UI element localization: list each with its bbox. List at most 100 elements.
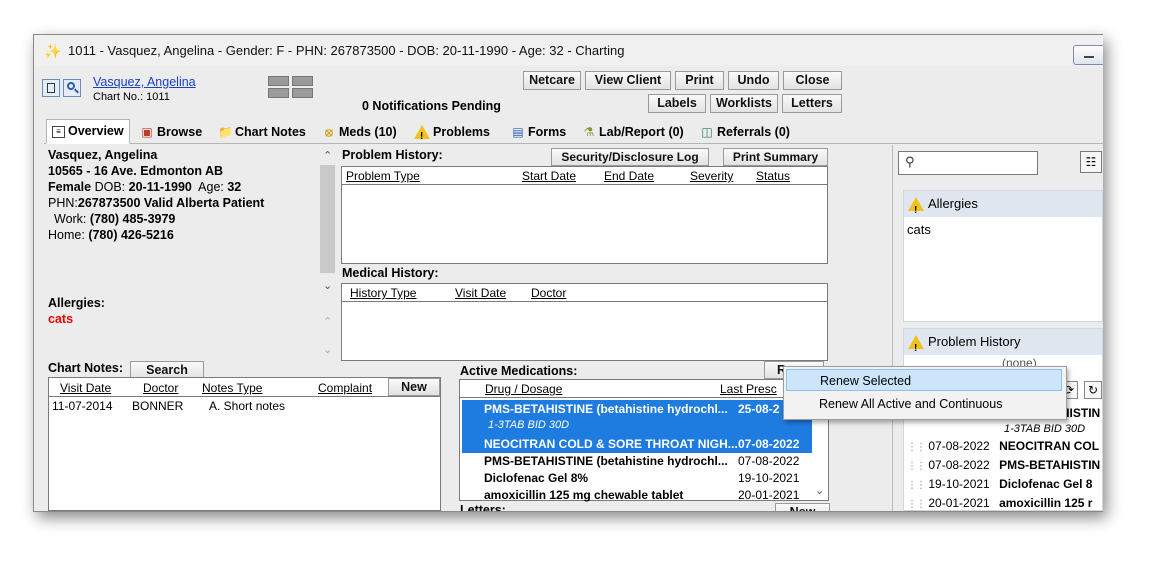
chart-notes-title: Chart Notes: (48, 361, 124, 375)
forms-icon: ▤ (512, 124, 524, 139)
search-icon[interactable] (63, 79, 81, 97)
drag-handle-icon[interactable]: ⋮⋮ (907, 442, 926, 453)
col-end-date[interactable]: End Date (604, 169, 654, 183)
calendar-icon[interactable]: ☷ (1080, 151, 1102, 173)
meds-scroll-down-arrow[interactable]: ⌄ (815, 484, 824, 497)
scroll-up-arrow[interactable]: ⌃ (323, 149, 332, 162)
chart-notes-icon: 📁 (218, 124, 233, 139)
layout-toggle-icon[interactable] (42, 79, 60, 97)
med-row-3[interactable]: PMS-BETAHISTINE (betahistine hydrochl...… (462, 453, 812, 470)
right-panel-divider (892, 145, 893, 511)
tab-meds[interactable]: ⦻ Meds (10) (316, 121, 403, 143)
list-item[interactable]: ⋮⋮ 07-08-2022 NEOCITRAN COL (907, 439, 1099, 453)
patient-name: Vasquez, Angelina (48, 148, 158, 162)
tab-problems[interactable]: Problems (408, 121, 496, 147)
chart-notes-table: Visit Date Doctor Notes Type Complaint N… (48, 377, 441, 511)
tab-forms[interactable]: ▤ Forms (505, 121, 572, 143)
menu-item-renew-all-active[interactable]: Renew All Active and Continuous (786, 393, 1062, 415)
close-button[interactable]: Close (783, 71, 842, 90)
netcare-button[interactable]: Netcare (523, 71, 581, 90)
tab-lab-report[interactable]: ⚗ Lab/Report (0) (576, 121, 690, 143)
letters-button[interactable]: Letters (782, 94, 842, 113)
col-doctor[interactable]: Doctor (143, 381, 178, 395)
medical-history-table: History Type Visit Date Doctor (341, 283, 828, 361)
med-row-selected-1[interactable]: PMS-BETAHISTINE (betahistine hydrochl...… (462, 400, 812, 436)
renew-icon[interactable]: ↻ (1084, 381, 1102, 399)
minimize-button[interactable] (1073, 45, 1103, 65)
drag-handle-icon[interactable]: ⋮⋮ (907, 499, 926, 510)
col-drug-dosage[interactable]: Drug / Dosage (485, 382, 562, 396)
col-start-date[interactable]: Start Date (522, 169, 576, 183)
print-button[interactable]: Print (675, 71, 724, 90)
worklists-button[interactable]: Worklists (710, 94, 778, 113)
problem-history-title: Problem History: (342, 148, 443, 162)
letters-new-button[interactable]: New (775, 503, 830, 511)
col-last-presc[interactable]: Last Presc (720, 382, 777, 396)
col-doctor[interactable]: Doctor (531, 286, 566, 300)
scroll-up-arrow-2[interactable]: ⌃ (323, 315, 332, 328)
col-visit-date[interactable]: Visit Date (455, 286, 506, 300)
med-row-4[interactable]: Diclofenac Gel 8% 19-10-2021 (462, 470, 812, 487)
med-row-5[interactable]: amoxicillin 125 mg chewable tablet 20-01… (462, 487, 812, 504)
lab-icon: ⚗ (583, 124, 595, 139)
chart-number: Chart No.: 1011 (93, 91, 170, 103)
labels-button[interactable]: Labels (648, 94, 706, 113)
search-icon: ⚲ (905, 154, 915, 169)
col-severity[interactable]: Severity (690, 169, 733, 183)
scroll-down-arrow-2[interactable]: ⌄ (323, 343, 332, 356)
list-item-sig: 1-3TAB BID 30D (1004, 423, 1086, 435)
patient-demographics: Female DOB: 20-11-1990 Age: 32 (48, 180, 242, 194)
app-icon: ✨ (44, 42, 62, 59)
active-medications-title: Active Medications: (460, 364, 578, 378)
tab-chart-notes[interactable]: 📁 Chart Notes (212, 121, 312, 143)
right-allergies-panel: Allergies cats (903, 190, 1103, 322)
print-summary-button[interactable]: Print Summary (723, 148, 828, 166)
chart-notes-new-button[interactable]: New (388, 378, 440, 396)
browse-icon: ▣ (141, 124, 153, 139)
med-row-selected-2[interactable]: NEOCITRAN COLD & SORE THROAT NIGH... 07-… (462, 436, 812, 453)
list-item[interactable]: ⋮⋮ 19-10-2021 Diclofenac Gel 8 (907, 477, 1092, 491)
active-medications-table: Drug / Dosage Last Presc PMS-BETAHISTINE… (459, 379, 829, 504)
tab-overview[interactable]: ≡ Overview (46, 119, 130, 144)
letters-label: Letters: (460, 503, 506, 512)
referrals-icon: ◫ (701, 124, 713, 139)
grid-view-icon[interactable] (268, 76, 314, 98)
tab-browse[interactable]: ▣ Browse (134, 121, 208, 143)
drag-handle-icon[interactable]: ⋮⋮ (907, 480, 926, 491)
tab-bar: ≡ Overview ▣ Browse 📁 Chart Notes ⦻ Meds… (44, 119, 1103, 147)
table-row[interactable]: 11-07-2014 BONNER A. Short notes (52, 399, 432, 413)
right-allergies-value: cats (907, 222, 931, 237)
list-item[interactable]: ⋮⋮ 07-08-2022 PMS-BETAHISTIN (907, 458, 1100, 472)
col-complaint[interactable]: Complaint (318, 381, 372, 395)
renew-context-menu: Renew Selected Renew All Active and Cont… (783, 366, 1067, 420)
right-allergies-header: Allergies (904, 191, 1102, 224)
warning-icon (908, 335, 924, 362)
col-notes-type[interactable]: Notes Type (202, 381, 262, 395)
warning-icon (908, 197, 924, 224)
tab-referrals[interactable]: ◫ Referrals (0) (694, 121, 796, 143)
right-search-input[interactable]: ⚲ (898, 151, 1038, 175)
col-history-type[interactable]: History Type (350, 286, 416, 300)
patient-name-link[interactable]: Vasquez, Angelina (93, 75, 196, 89)
medical-history-title: Medical History: (342, 266, 439, 280)
col-visit-date[interactable]: Visit Date (60, 381, 111, 395)
view-client-button[interactable]: View Client (585, 71, 671, 90)
col-problem-type[interactable]: Problem Type (346, 169, 420, 183)
menu-item-renew-selected[interactable]: Renew Selected (786, 369, 1062, 391)
scrollbar-thumb[interactable] (320, 165, 335, 273)
list-item[interactable]: ⋮⋮ 20-01-2021 amoxicillin 125 r (907, 496, 1092, 510)
title-bar: ✨ 1011 - Vasquez, Angelina - Gender: F -… (34, 35, 1103, 66)
col-status[interactable]: Status (756, 169, 790, 183)
undo-button[interactable]: Undo (728, 71, 779, 90)
allergies-label: Allergies: (48, 296, 105, 310)
patient-address: 10565 - 16 Ave. Edmonton AB (48, 164, 224, 178)
scroll-down-arrow[interactable]: ⌄ (323, 279, 332, 292)
drag-handle-icon[interactable]: ⋮⋮ (907, 461, 926, 472)
patient-phn: PHN:267873500 Valid Alberta Patient (48, 196, 265, 210)
patient-home-phone: Home: (780) 426-5216 (48, 228, 174, 242)
notifications-pending: 0 Notifications Pending (362, 99, 501, 113)
overview-icon: ≡ (52, 125, 65, 138)
problem-history-table: Problem Type Start Date End Date Severit… (341, 166, 828, 264)
security-disclosure-log-button[interactable]: Security/Disclosure Log (551, 148, 709, 166)
warning-icon (414, 125, 430, 147)
